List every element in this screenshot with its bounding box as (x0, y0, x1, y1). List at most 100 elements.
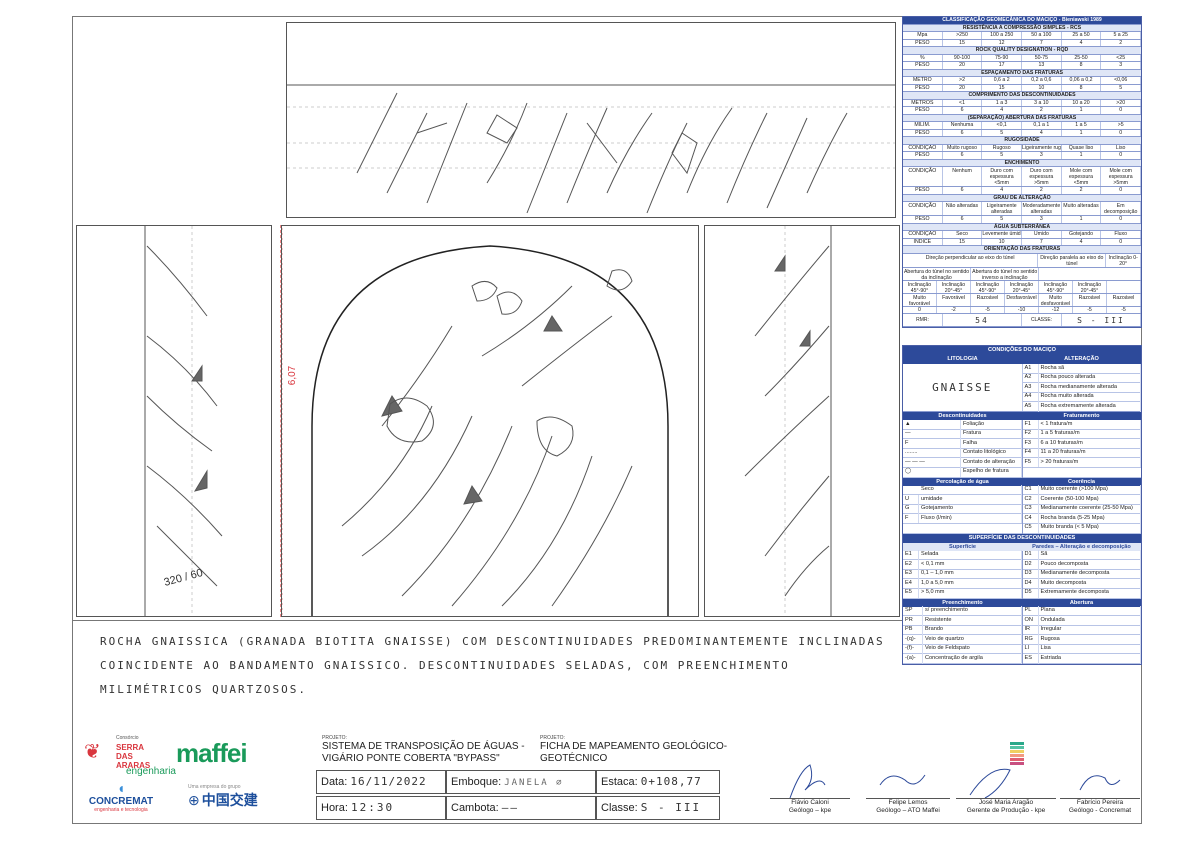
weathering-range: Em decomposição (1101, 202, 1142, 215)
coh-code: C2 (1023, 494, 1039, 505)
rqd-title: ROCK QUALITY DESIGNATION - RQD (903, 47, 1141, 55)
fill-code: -(q)- (903, 634, 923, 645)
description-block: ROCHA GNAISSICA (GRANADA BIOTITA GNAISSE… (72, 620, 902, 728)
roughness-title: RUGOSIDADE (903, 137, 1141, 145)
description-line-3: MILIMÉTRICOS QUARTZOSOS. (100, 683, 307, 696)
classe-value: S - III (640, 801, 702, 814)
legend-title: CONDIÇÕES DO MACIÇO (987, 347, 1057, 353)
cambota-value: —— (501, 801, 520, 814)
fill-desc: Veio de quartzo (923, 634, 1022, 645)
filling-weight: 0 (1101, 187, 1142, 194)
description-line-2: COINCIDENTE AO BANDAMENTO GNAISSICO. DES… (100, 659, 790, 672)
fill-desc: Resistente (923, 615, 1022, 626)
frac-desc: < 1 fratura/m (1039, 419, 1141, 430)
rcs-weight: 2 (1101, 39, 1142, 46)
rqd-range: 75-90 (982, 54, 1023, 61)
spacing-range: 0,06 a 0,2 (1062, 77, 1102, 84)
length-weight: 4 (982, 107, 1023, 114)
rcs-range: 5 a 25 (1101, 32, 1142, 39)
tunnel-section-frame: 6,07 (272, 225, 699, 617)
filling-range: Mole com espessura >5mm (1101, 167, 1142, 186)
filling-title: ENCHIMENTO (903, 159, 1141, 167)
maffei-sub: engenharia (125, 766, 176, 777)
filling-range: Duro com espessura >5mm (1022, 167, 1062, 186)
water-range: Úmido (1022, 231, 1062, 238)
data-field: Data: 16/11/2022 (316, 770, 446, 794)
fill-desc: Brando (923, 625, 1022, 635)
classe-field: Classe: S - III (596, 796, 720, 820)
legend-table: CONDIÇÕES DO MACIÇO LITOLOGIA ALTERAÇÃO G… (902, 345, 1142, 666)
classe-label: Classe: (601, 802, 638, 814)
fill-desc: s/ preenchimento (923, 606, 1022, 616)
rcs-weight: 7 (1022, 39, 1062, 46)
surface-code: E4 (903, 578, 919, 589)
signature-name: Flávio Caloni (791, 799, 829, 806)
coh-desc: Muito branda (< 5 Mpa) (1039, 523, 1141, 534)
ab-desc: Ondulada (1039, 615, 1141, 626)
water-code: U (903, 494, 919, 505)
spacing-range: 0,2 a 0,6 (1022, 77, 1062, 84)
orientation-value: -5 (1073, 306, 1107, 313)
coh-code: C3 (1023, 504, 1039, 514)
spacing-weight-label: PESO (903, 84, 943, 91)
aperture-range: Nenhuma (943, 122, 983, 129)
rmr-value: 54 (943, 314, 1022, 326)
ab-desc: Estriada (1039, 653, 1141, 664)
rcs-range: >250 (943, 32, 983, 39)
orientation-h1: Abertura do túnel no sentido da inclinaç… (903, 267, 972, 280)
water-range: Fluxo (1101, 231, 1142, 238)
rcs-title: RESISTÊNCIA A COMPRESSÃO SIMPLES - RCS (903, 24, 1141, 32)
length-weight: 1 (1062, 107, 1102, 114)
water-title: ÁGUA SUBTERRÂNEA (903, 223, 1141, 231)
alteration-code: A3 (1023, 382, 1039, 393)
aperture-range: >5 (1101, 122, 1142, 129)
weathering-range: Não alteradas (943, 202, 983, 215)
surface-desc: 1,0 a 5,0 mm (919, 578, 1022, 589)
alteration-desc: Rocha extremamente alterada (1039, 402, 1141, 412)
orientation-perp: Direção perpendicular ao eixo do túnel (903, 253, 1039, 267)
disc-item: Falha (961, 438, 1022, 449)
weathering-weight: 5 (982, 216, 1023, 223)
water-weight: 10 (982, 238, 1023, 245)
estaca-value: 0+108,77 (640, 775, 702, 788)
orientation-rating: Razoável (1073, 293, 1107, 306)
water-code: G (903, 504, 919, 514)
hora-value: 12:30 (350, 801, 395, 814)
spacing-weight: 10 (1022, 84, 1062, 91)
wall-desc: Extremamente decomposta (1039, 588, 1141, 598)
orientation-cell: Inclinação 20°-45° (1005, 280, 1039, 293)
rqd-unit: % (903, 54, 943, 61)
ab-desc: Plana (1039, 606, 1141, 616)
aperture-weight-label: PESO (903, 129, 943, 136)
signature-1: Flávio Caloni Geólogo – kpe (770, 798, 850, 815)
surface-desc: < 0,1 mm (919, 559, 1022, 570)
water-index-label: ÍNDICE (903, 238, 943, 245)
signature-role: Geólogo - Concremat (1068, 807, 1132, 814)
concremat-sub: engenharia e tecnologia (94, 807, 148, 813)
class-label: CLASSE: (1022, 314, 1062, 326)
rcs-unit: Mpa (903, 32, 943, 39)
crcc-icon: ⊕ (188, 791, 200, 808)
coh-code: C4 (1023, 513, 1039, 524)
aperture-weight: 6 (943, 129, 983, 136)
filling-range: Duro com espessura <5mm (982, 167, 1023, 186)
fill-code: PB (903, 625, 923, 635)
left-wall-sketch: 320 / 60 (144, 226, 223, 616)
orientation-value: -5 (971, 306, 1005, 313)
ab-code: ES (1023, 653, 1039, 664)
roughness-range: Quase liso (1062, 144, 1102, 151)
rqd-weight: 20 (943, 62, 983, 69)
signature-name: Fabrício Pereira (1076, 799, 1124, 806)
water-code: F (903, 513, 919, 524)
water-desc: Seco (919, 485, 1022, 495)
wall-code: D1 (1023, 550, 1039, 560)
disc-item: Fratura (961, 429, 1022, 439)
wall-code: D3 (1023, 569, 1039, 579)
length-range: 1 a 3 (982, 99, 1023, 106)
aperture-weight: 4 (1022, 129, 1062, 136)
spacing-range: >2 (943, 77, 983, 84)
water-range: Seco (943, 231, 983, 238)
lithology-value: GNAISSE (903, 364, 1023, 411)
filling-weight: 6 (943, 187, 983, 194)
wall-code: D2 (1023, 559, 1039, 570)
